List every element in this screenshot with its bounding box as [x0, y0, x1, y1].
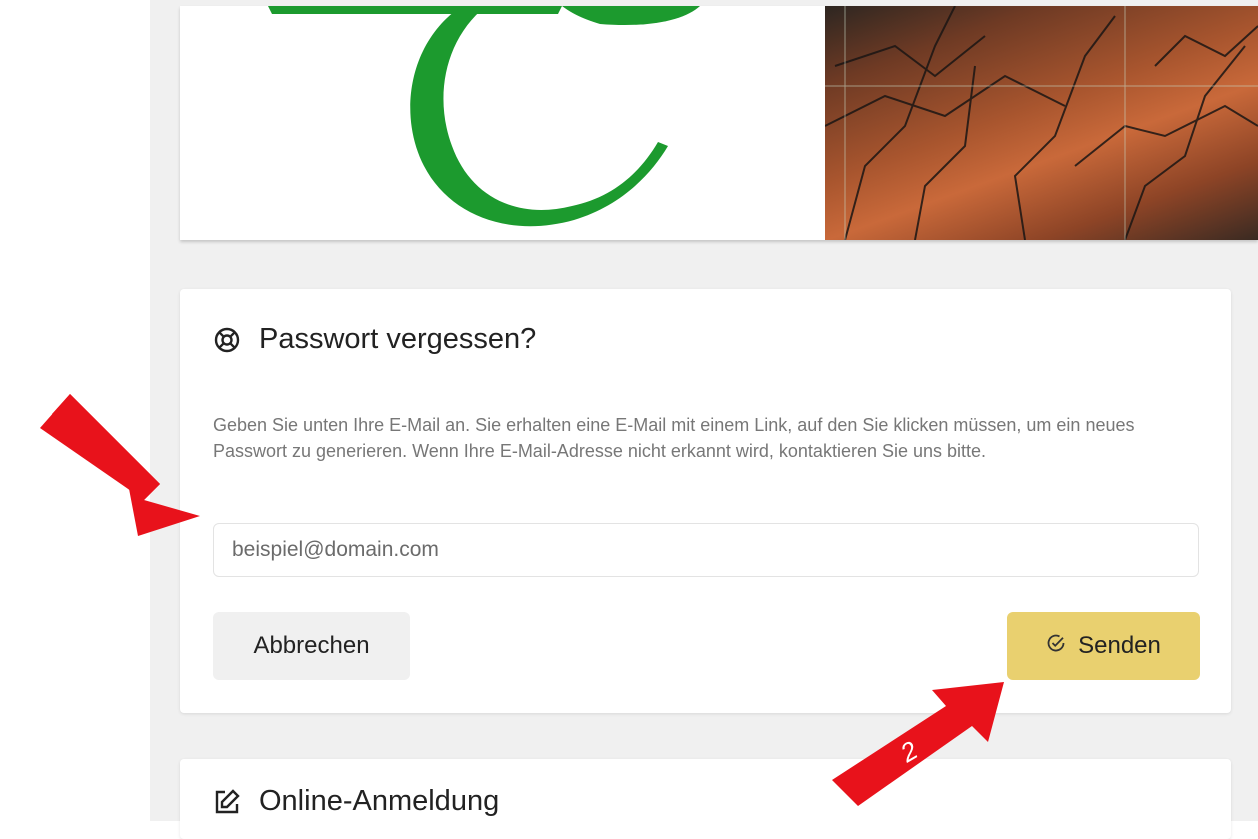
annotation-arrow-1: 1 — [40, 394, 200, 536]
annotation-label-1: 1 — [81, 467, 100, 499]
annotation-arrow-2: 2 — [832, 682, 1004, 806]
annotation-layer: 1 2 — [40, 394, 1004, 806]
